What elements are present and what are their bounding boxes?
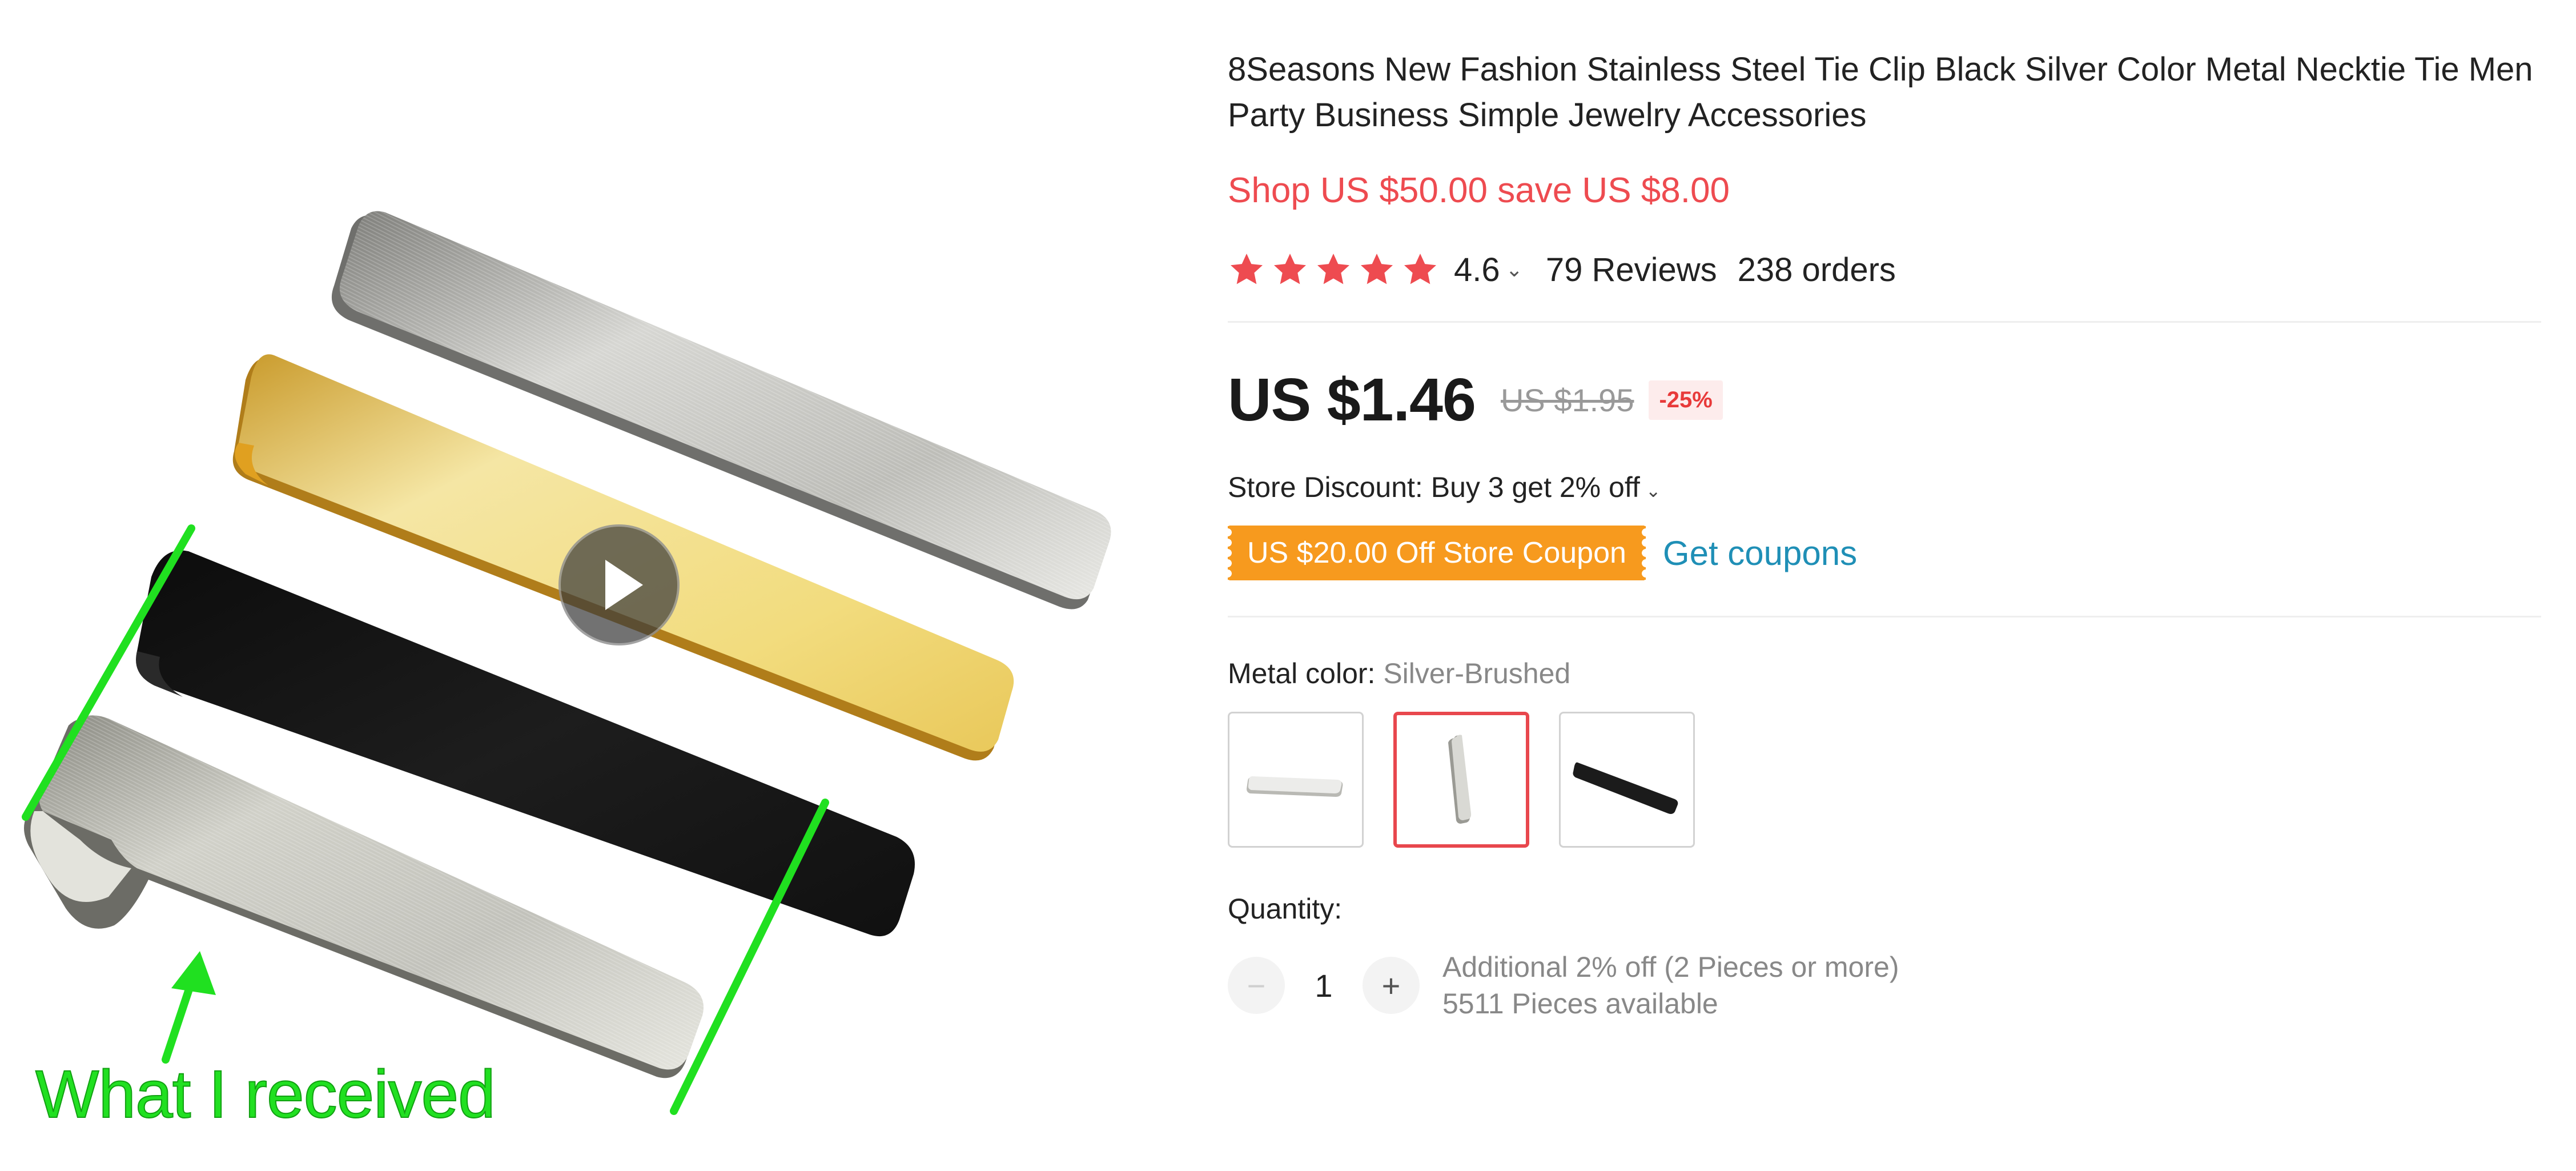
store-coupon[interactable]: US $20.00 Off Store Coupon [1228, 526, 1646, 580]
rating-stars [1228, 251, 1445, 288]
play-video-button[interactable] [558, 524, 680, 645]
discount-badge: -25% [1649, 380, 1723, 420]
annotation-text: What I received [35, 1056, 496, 1133]
current-price: US $1.46 [1228, 366, 1476, 434]
product-image[interactable]: What I received [0, 0, 1165, 1171]
price-row: US $1.46 US $1.95 -25% [1228, 366, 1723, 434]
quantity-label: Quantity: [1228, 893, 1343, 925]
rating-row: 4.6 ⌄ 79 Reviews 238 orders [1228, 247, 1896, 292]
divider [1228, 321, 2541, 323]
decrease-quantity-button[interactable]: − [1228, 957, 1285, 1014]
original-price: US $1.95 [1500, 382, 1634, 418]
tie-clip-thumbnail [1247, 776, 1343, 797]
play-icon [605, 560, 643, 610]
chevron-down-icon[interactable]: ⌄ [1506, 258, 1523, 282]
star-icon [1274, 254, 1306, 284]
metal-color-label: Metal color: Silver-Brushed [1228, 657, 1570, 690]
product-info-panel: 8Seasons New Fashion Stainless Steel Tie… [1228, 0, 2553, 1171]
additional-discount-text: Additional 2% off (2 Pieces or more) [1442, 951, 1899, 983]
shop-promo[interactable]: Shop US $50.00 save US $8.00 [1228, 170, 1730, 211]
product-title: 8Seasons New Fashion Stainless Steel Tie… [1228, 51, 2533, 134]
quantity-value[interactable]: 1 [1285, 967, 1363, 1004]
reviews-link[interactable]: 79 Reviews [1546, 251, 1717, 289]
store-discount-text: Store Discount: Buy 3 get 2% off [1228, 471, 1640, 503]
star-icon [1231, 254, 1263, 284]
star-icon [1317, 254, 1349, 284]
tie-clip-thumbnail [1448, 735, 1472, 824]
annotation-arrowhead [171, 951, 216, 995]
tie-clip-thumbnail [1573, 762, 1678, 814]
divider [1228, 616, 2541, 617]
orders-count: 238 orders [1737, 251, 1896, 288]
pieces-available-text: 5511 Pieces available [1442, 988, 1718, 1020]
increase-quantity-button[interactable]: + [1363, 957, 1420, 1014]
star-icon [1361, 254, 1393, 284]
swatch-black[interactable] [1559, 712, 1695, 848]
quantity-info: Additional 2% off (2 Pieces or more) 551… [1442, 949, 1899, 1022]
metal-color-swatches [1228, 712, 1725, 848]
quantity-stepper: − 1 + Additional 2% off (2 Pieces or mor… [1228, 949, 1899, 1022]
rating-value[interactable]: 4.6 [1454, 251, 1500, 289]
coupon-row: US $20.00 Off Store Coupon Get coupons [1228, 526, 1857, 580]
swatch-silver-brushed[interactable] [1393, 712, 1529, 848]
get-coupons-link[interactable]: Get coupons [1663, 534, 1857, 573]
swatch-silver-polished[interactable] [1228, 712, 1364, 848]
metal-color-key: Metal color: [1228, 657, 1384, 689]
store-discount[interactable]: Store Discount: Buy 3 get 2% off ⌄ [1228, 471, 1661, 504]
chevron-down-icon[interactable]: ⌄ [1646, 480, 1661, 501]
metal-color-value: Silver-Brushed [1383, 657, 1571, 689]
star-icon [1404, 254, 1436, 284]
